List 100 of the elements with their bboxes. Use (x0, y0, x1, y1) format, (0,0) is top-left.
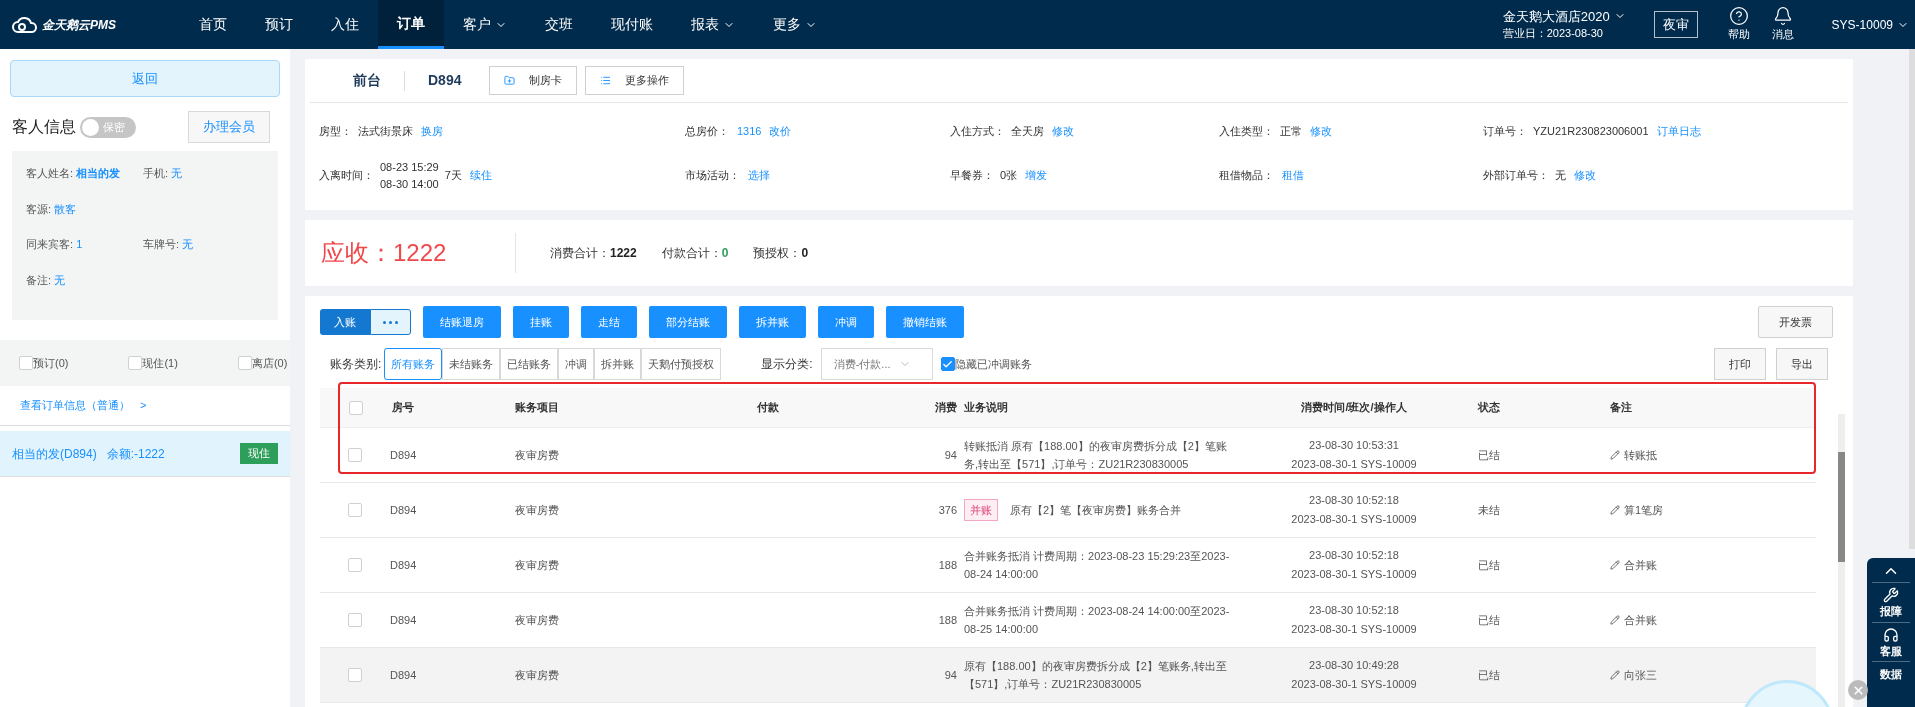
checkbox[interactable] (348, 668, 362, 682)
table-cell-text: 94 (943, 667, 957, 683)
wrench-icon (1883, 587, 1899, 603)
table-cell[interactable]: 算1笔房 (1624, 501, 1664, 519)
table-cell[interactable]: 向张三 (1624, 666, 1657, 684)
nav-tab[interactable]: 现付账 (592, 0, 672, 49)
field-label: 入住方式： (950, 123, 1005, 139)
user-menu[interactable]: SYS-10009 (1831, 15, 1893, 34)
table-cell-text: 23-08-30 10:52:18 (1309, 603, 1399, 618)
filter-tab[interactable]: 未结账务 (442, 348, 501, 380)
more-dots-icon[interactable] (370, 309, 411, 335)
pencil-icon (1610, 615, 1620, 625)
filter-tab[interactable]: 冲调 (558, 348, 595, 380)
post-button[interactable]: 入账 (320, 309, 370, 335)
nav-tab[interactable]: 交班 (526, 0, 592, 49)
table-cell-text: 2023-08-30-1 SYS-10009 (1291, 512, 1417, 527)
column-header: 备注 (1609, 400, 1633, 416)
field-label: 市场活动： (685, 168, 740, 184)
toolbar-button[interactable]: 制房卡 (489, 66, 578, 95)
pencil-icon (1610, 450, 1620, 460)
table-cell-text: 原有【2】笔【夜审房费】账务合并 (1010, 503, 1182, 518)
column-header: 房号 (391, 400, 415, 416)
nav-tab[interactable]: 首页 (180, 0, 246, 49)
column-header: 账务项目 (515, 400, 560, 416)
night-audit-button[interactable]: 夜审 (1653, 10, 1698, 39)
table-cell-text: D894 (390, 447, 418, 463)
float-toolbar-item[interactable]: 数据 (1872, 661, 1910, 683)
scrollbar-thumb[interactable] (1838, 452, 1845, 562)
info-field: 手机: 无 (143, 165, 183, 182)
help-button[interactable]: 帮助 (1727, 6, 1750, 43)
info-field: 客人姓名: 相当的发 (26, 165, 143, 182)
guest-name: 相当的发(D894) (12, 445, 97, 463)
table-cell[interactable]: 合并账 (1624, 556, 1657, 574)
business-day: 营业日：2023-08-30 (1502, 24, 1626, 42)
table-cell[interactable]: 合并账 (1624, 611, 1657, 629)
filter-tab[interactable]: 拆并账 (594, 348, 642, 380)
table-cell-text: 23-08-30 10:49:28 (1309, 658, 1399, 673)
nav-tab[interactable]: 订单 (378, 0, 444, 49)
table-cell-text: 2023-08-30-1 SYS-10009 (1291, 677, 1417, 692)
checkbox[interactable] (19, 356, 33, 370)
checkbox[interactable] (348, 613, 362, 627)
pencil-icon (1610, 670, 1620, 680)
field-label: 外部订单号： (1483, 168, 1549, 184)
app-logo-text: 金天鹅云PMS (42, 16, 116, 34)
field-label: 订单号： (1483, 123, 1527, 139)
headphones-icon (1883, 626, 1899, 643)
toolbar-button[interactable]: 更多操作 (585, 66, 685, 95)
info-field: 客源: 散客 (26, 200, 143, 217)
cloud-logo-icon (12, 16, 38, 33)
info-field: 备注: 无 (26, 271, 143, 288)
export-button[interactable]: 导出 (1776, 348, 1828, 380)
nav-tab[interactable]: 更多 (754, 0, 836, 49)
info-field: 车牌号: 无 (143, 236, 194, 253)
table-cell-text: 夜审房费 (515, 612, 560, 628)
table-cell-text: 23-08-30 10:52:18 (1309, 548, 1399, 563)
field-label: 入离时间： (319, 168, 374, 184)
table-cell-text: 夜审房费 (515, 447, 560, 463)
table-cell[interactable]: 转账抵 (1624, 446, 1657, 464)
checkbox[interactable] (348, 503, 362, 517)
table-cell-text: 188 (937, 612, 957, 628)
table-cell-text: 合并账务抵消 计费周期：2023-08-23 15:29:23至2023-08-24 14:00:00 (964, 549, 1231, 582)
float-toolbar-item[interactable]: 客服 (1872, 621, 1910, 659)
checkbox[interactable] (349, 400, 363, 415)
messages-button[interactable]: 消息 (1771, 6, 1794, 43)
category-select[interactable]: 消费-付款... (820, 348, 933, 380)
checkbox[interactable] (348, 558, 362, 572)
checkbox[interactable] (348, 448, 362, 462)
checkbox[interactable] (237, 356, 252, 370)
status-badge: 现住 (240, 443, 278, 464)
pencil-icon (1610, 560, 1620, 570)
table-cell-text: D894 (390, 502, 418, 518)
table-cell-text: 夜审房费 (515, 502, 560, 518)
checkbox[interactable] (128, 356, 143, 370)
table-cell-text: 夜审房费 (515, 667, 560, 683)
table-cell-text: D894 (390, 612, 418, 628)
nav-tab[interactable]: 入住 (312, 0, 378, 49)
section-title: 客人信息 (12, 117, 76, 137)
filter-tab[interactable]: 天鹅付预授权 (641, 348, 722, 380)
field-value: 全天房 (1011, 123, 1044, 139)
nav-tab[interactable]: 预订 (246, 0, 312, 49)
field-value: YZU21R230823006001 (1533, 123, 1649, 139)
table-cell-text: 夜审房费 (515, 557, 560, 573)
print-button[interactable]: 打印 (1714, 348, 1766, 380)
table-cell-text: 已结 (1477, 612, 1501, 628)
field-value: 08-23 15:29 (380, 160, 439, 175)
close-icon[interactable] (1848, 680, 1868, 700)
field-value: 0张 (1000, 168, 1018, 184)
filter-tab[interactable]: 已结账务 (500, 348, 559, 380)
checkbox[interactable] (940, 357, 955, 371)
table-cell-text: 已结 (1477, 667, 1501, 683)
hotel-name[interactable]: 金天鹅大酒店2020 (1502, 7, 1610, 25)
table-cell-text: 23-08-30 10:52:18 (1309, 493, 1399, 508)
float-toolbar-item[interactable]: 报障 (1872, 582, 1910, 620)
invoice-button[interactable]: 开发票 (1758, 306, 1833, 338)
column-header: 消费时间/班次/操作人 (1300, 400, 1408, 416)
table-cell-text: 94 (943, 447, 957, 463)
nav-tab[interactable]: 报表 (672, 0, 754, 49)
field-label: 总房价： (685, 123, 729, 139)
table-cell-text: D894 (390, 667, 418, 683)
nav-tab[interactable]: 客户 (444, 0, 526, 49)
